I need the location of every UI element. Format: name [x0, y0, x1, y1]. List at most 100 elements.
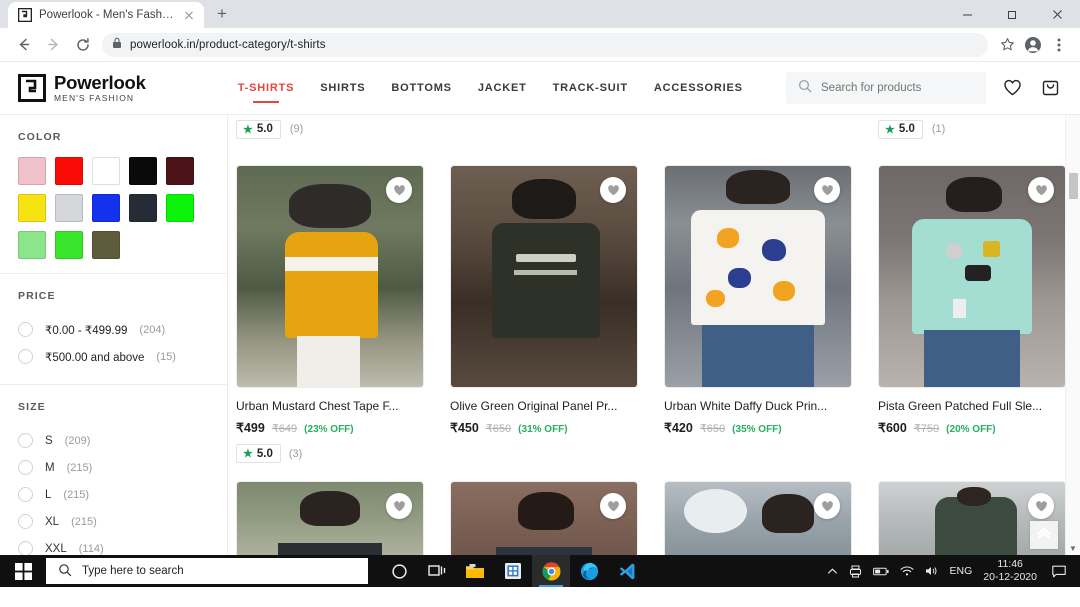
product-image[interactable] [450, 165, 638, 388]
nav-item-jacket[interactable]: JACKET [478, 62, 527, 115]
product-image[interactable] [664, 481, 852, 555]
back-icon[interactable] [8, 30, 38, 60]
product-image[interactable] [236, 165, 424, 388]
microsoft-edge-icon[interactable] [570, 555, 608, 587]
minimize-icon[interactable] [945, 0, 990, 28]
product-card[interactable] [664, 481, 852, 555]
color-swatch[interactable] [55, 231, 83, 259]
color-swatch[interactable] [92, 194, 120, 222]
page-scrollbar[interactable]: ▼ [1065, 115, 1080, 555]
wishlist-button[interactable] [1028, 493, 1054, 519]
color-swatch[interactable] [18, 231, 46, 259]
price-option-1[interactable]: ₹500.00 and above (15) [18, 343, 209, 370]
size-option-xxl[interactable]: XXL (114) [18, 535, 209, 555]
product-title[interactable]: Pista Green Patched Full Sle... [878, 399, 1066, 413]
wishlist-button[interactable] [386, 177, 412, 203]
radio-icon[interactable] [18, 514, 33, 529]
clock-time: 11:46 [997, 557, 1023, 570]
color-swatch[interactable] [166, 194, 194, 222]
radio-icon[interactable] [18, 349, 33, 364]
address-bar[interactable]: powerlook.in/product-category/t-shirts [102, 32, 988, 57]
shopping-bag-icon[interactable] [1040, 77, 1062, 99]
wishlist-button[interactable] [1028, 177, 1054, 203]
size-option-l[interactable]: L (215) [18, 481, 209, 508]
reload-icon[interactable] [68, 30, 98, 60]
nav-item-accessories[interactable]: ACCESSORIES [654, 62, 743, 115]
product-card[interactable]: Olive Green Original Panel Pr... ₹450 ₹6… [450, 165, 638, 463]
microsoft-store-icon[interactable] [494, 555, 532, 587]
wishlist-button[interactable] [600, 177, 626, 203]
cortana-icon[interactable] [380, 555, 418, 587]
product-title[interactable]: Urban White Daffy Duck Prin... [664, 399, 852, 413]
wishlist-button[interactable] [600, 493, 626, 519]
radio-icon[interactable] [18, 322, 33, 337]
size-option-xl[interactable]: XL (215) [18, 508, 209, 535]
battery-icon[interactable] [872, 566, 889, 577]
nav-item-shirts[interactable]: SHIRTS [320, 62, 365, 115]
radio-icon[interactable] [18, 541, 33, 555]
wishlist-button[interactable] [814, 493, 840, 519]
volume-icon[interactable] [925, 565, 939, 577]
color-swatch[interactable] [55, 157, 83, 185]
taskbar-search-box[interactable]: Type here to search [46, 558, 368, 584]
radio-icon[interactable] [18, 487, 33, 502]
color-swatch[interactable] [129, 194, 157, 222]
site-logo[interactable]: Powerlook MEN'S FASHION [18, 73, 146, 103]
star-icon[interactable] [994, 32, 1020, 58]
scrollbar-thumb[interactable] [1069, 173, 1078, 199]
product-image[interactable] [236, 481, 424, 555]
product-title[interactable]: Urban Mustard Chest Tape F... [236, 399, 424, 413]
color-swatch[interactable] [18, 157, 46, 185]
kebab-menu-icon[interactable] [1046, 32, 1072, 58]
file-explorer-icon[interactable] [456, 555, 494, 587]
color-swatch[interactable] [92, 157, 120, 185]
color-swatch[interactable] [166, 157, 194, 185]
color-swatch[interactable] [18, 194, 46, 222]
wishlist-button[interactable] [814, 177, 840, 203]
nav-item-t-shirts[interactable]: T-SHIRTS [238, 62, 295, 115]
profile-icon[interactable] [1020, 32, 1046, 58]
wishlist-button[interactable] [386, 493, 412, 519]
product-pricing: ₹450 ₹650 (31% OFF) [450, 420, 638, 435]
size-option-s[interactable]: S (209) [18, 427, 209, 454]
radio-icon[interactable] [18, 433, 33, 448]
tray-overflow-icon[interactable] [827, 566, 838, 577]
product-card[interactable]: Pista Green Patched Full Sle... ₹600 ₹75… [878, 165, 1066, 463]
task-view-icon[interactable] [418, 555, 456, 587]
color-swatch[interactable] [129, 157, 157, 185]
windows-start-icon[interactable] [0, 555, 46, 587]
product-image[interactable] [878, 165, 1066, 388]
radio-icon[interactable] [18, 460, 33, 475]
heart-icon[interactable] [1002, 77, 1024, 99]
nav-item-track-suit[interactable]: TRACK-SUIT [553, 62, 628, 115]
product-card[interactable] [450, 481, 638, 555]
clock[interactable]: 11:46 20-12-2020 [983, 558, 1037, 584]
maximize-icon[interactable] [990, 0, 1035, 28]
close-window-icon[interactable] [1035, 0, 1080, 28]
product-image[interactable] [664, 165, 852, 388]
product-card[interactable]: Urban Mustard Chest Tape F... ₹499 ₹649 … [236, 165, 424, 463]
price-option-0[interactable]: ₹0.00 - ₹499.99 (204) [18, 316, 209, 343]
nav-item-bottoms[interactable]: BOTTOMS [391, 62, 451, 115]
product-card[interactable]: Urban White Daffy Duck Prin... ₹420 ₹650… [664, 165, 852, 463]
language-indicator[interactable]: ENG [950, 565, 973, 577]
product-card[interactable] [236, 481, 424, 555]
close-icon[interactable] [182, 8, 196, 22]
new-tab-button[interactable]: + [208, 2, 236, 28]
wifi-icon[interactable] [899, 565, 914, 577]
browser-tab[interactable]: Powerlook - Men's Fashion [8, 2, 204, 28]
color-swatch[interactable] [55, 194, 83, 222]
product-title[interactable]: Olive Green Original Panel Pr... [450, 399, 638, 413]
forward-icon[interactable] [38, 30, 68, 60]
color-swatch[interactable] [92, 231, 120, 259]
product-image[interactable] [450, 481, 638, 555]
scroll-to-top-button[interactable] [1030, 521, 1058, 549]
google-chrome-icon[interactable] [532, 555, 570, 587]
search-input[interactable] [821, 82, 974, 94]
scrollbar-down-arrow[interactable]: ▼ [1069, 544, 1077, 553]
product-search-box[interactable] [786, 72, 986, 104]
action-center-icon[interactable] [1048, 565, 1070, 578]
printer-icon[interactable] [849, 565, 862, 578]
size-option-m[interactable]: M (215) [18, 454, 209, 481]
visual-studio-code-icon[interactable] [608, 555, 646, 587]
